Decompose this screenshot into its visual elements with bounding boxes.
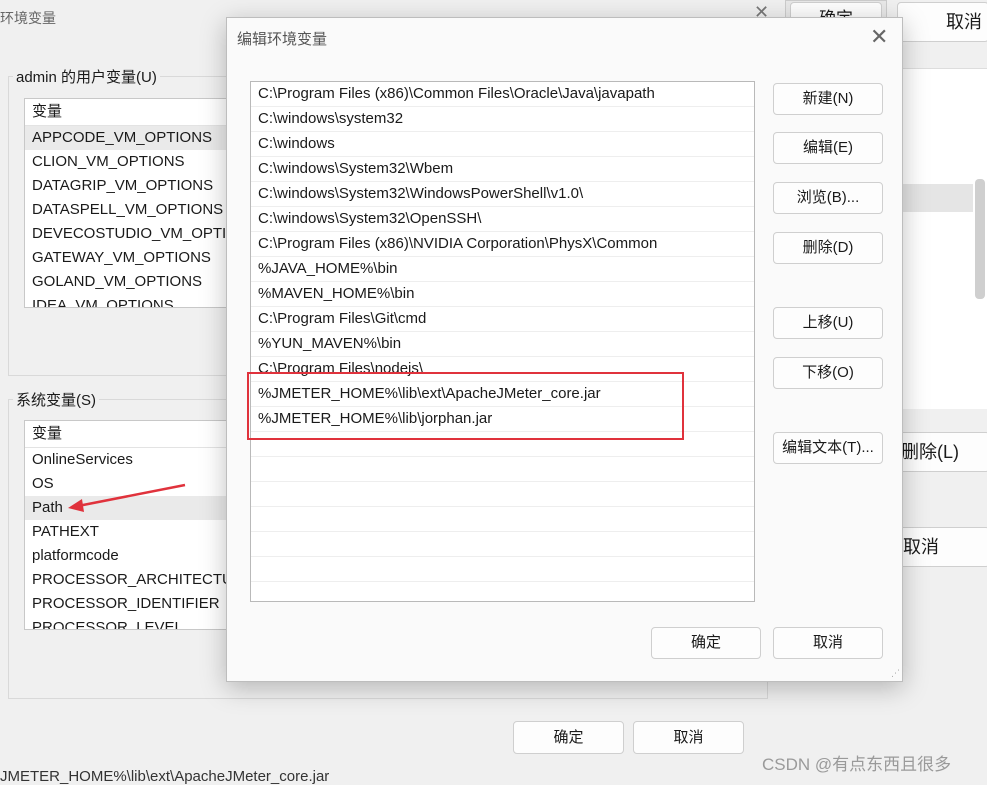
path-row[interactable]: C:\Program Files (x86)\Common Files\Orac… xyxy=(251,82,754,107)
path-row[interactable]: %YUN_MAVEN%\bin xyxy=(251,332,754,357)
user-var-row[interactable]: IDEA_VM_OPTIONS xyxy=(25,294,240,307)
system-var-row[interactable]: PROCESSOR_LEVEL xyxy=(25,616,240,629)
user-var-row[interactable]: APPCODE_VM_OPTIONS xyxy=(25,126,240,150)
path-row[interactable]: C:\windows\system32 xyxy=(251,107,754,132)
ok-button[interactable]: 确定 xyxy=(513,721,624,754)
system-var-row[interactable]: platformcode xyxy=(25,544,240,568)
path-row[interactable]: C:\windows\System32\Wbem xyxy=(251,157,754,182)
edit-button[interactable]: 编辑(E) xyxy=(773,132,883,164)
ok-button[interactable]: 确定 xyxy=(651,627,761,659)
cancel-button-remnant[interactable]: 取消 xyxy=(898,527,987,567)
path-row[interactable]: C:\windows\System32\OpenSSH\ xyxy=(251,207,754,232)
red-arrow-annotation xyxy=(68,483,186,512)
path-row[interactable]: C:\windows xyxy=(251,132,754,157)
system-vars-list[interactable]: 变量 OnlineServices OS Path PATHEXT platformco… xyxy=(24,420,241,630)
scrollbar-thumb[interactable] xyxy=(975,179,985,299)
path-row[interactable] xyxy=(251,457,754,482)
top-cancel-button[interactable]: 取消 xyxy=(897,2,987,42)
selected-row-remnant xyxy=(898,184,973,212)
cancel-button[interactable]: 取消 xyxy=(773,627,883,659)
column-header-variable[interactable]: 变量 xyxy=(25,421,240,448)
path-row[interactable]: %MAVEN_HOME%\bin xyxy=(251,282,754,307)
highlight-annotation xyxy=(247,372,684,440)
path-row[interactable] xyxy=(251,582,754,601)
window-title: 环境变量 xyxy=(0,10,56,26)
edit-env-dialog: 编辑环境变量 ✕ C:\Program Files (x86)\Common F… xyxy=(226,17,903,682)
system-vars-label: 系统变量(S) xyxy=(13,389,99,410)
system-var-row[interactable]: PROCESSOR_ARCHITECTUR xyxy=(25,568,240,592)
delete-button[interactable]: 删除(D) xyxy=(773,232,883,264)
path-row[interactable]: %JAVA_HOME%\bin xyxy=(251,257,754,282)
path-row[interactable] xyxy=(251,507,754,532)
list-remnant xyxy=(898,68,987,409)
move-down-button[interactable]: 下移(O) xyxy=(773,357,883,389)
status-text: JMETER_HOME%\lib\ext\ApacheJMeter_core.j… xyxy=(0,768,330,785)
watermark: CSDN @有点东西且很多 xyxy=(762,755,952,774)
path-row[interactable] xyxy=(251,557,754,582)
system-var-row[interactable]: OnlineServices xyxy=(25,448,240,472)
delete-button[interactable]: 删除(L) xyxy=(898,432,987,472)
user-vars-list[interactable]: 变量 APPCODE_VM_OPTIONS CLION_VM_OPTIONS DAT… xyxy=(24,98,241,308)
system-var-row[interactable]: PROCESSOR_IDENTIFIER xyxy=(25,592,240,616)
move-up-button[interactable]: 上移(U) xyxy=(773,307,883,339)
user-var-row[interactable]: DATAGRIP_VM_OPTIONS xyxy=(25,174,240,198)
dialog-title: 编辑环境变量 xyxy=(237,31,328,48)
path-row[interactable]: C:\Program Files\Git\cmd xyxy=(251,307,754,332)
new-button[interactable]: 新建(N) xyxy=(773,83,883,115)
close-icon[interactable]: ✕ xyxy=(870,24,888,50)
user-var-row[interactable]: GOLAND_VM_OPTIONS xyxy=(25,270,240,294)
user-var-row[interactable]: DEVECOSTUDIO_VM_OPTI... xyxy=(25,222,240,246)
system-var-row[interactable]: PATHEXT xyxy=(25,520,240,544)
column-header-variable[interactable]: 变量 xyxy=(25,99,240,126)
path-row[interactable]: C:\windows\System32\WindowsPowerShell\v1… xyxy=(251,182,754,207)
path-row[interactable] xyxy=(251,482,754,507)
user-var-row[interactable]: GATEWAY_VM_OPTIONS xyxy=(25,246,240,270)
path-row[interactable]: C:\Program Files (x86)\NVIDIA Corporatio… xyxy=(251,232,754,257)
user-var-row[interactable]: DATASPELL_VM_OPTIONS xyxy=(25,198,240,222)
edit-text-button[interactable]: 编辑文本(T)... xyxy=(773,432,883,464)
cancel-button[interactable]: 取消 xyxy=(633,721,744,754)
browse-button[interactable]: 浏览(B)... xyxy=(773,182,883,214)
resize-grip-icon[interactable]: ⋰ xyxy=(891,668,900,679)
path-row[interactable] xyxy=(251,532,754,557)
user-var-row[interactable]: CLION_VM_OPTIONS xyxy=(25,150,240,174)
path-list[interactable]: C:\Program Files (x86)\Common Files\Orac… xyxy=(250,81,755,602)
user-vars-label: admin 的用户变量(U) xyxy=(13,66,160,87)
